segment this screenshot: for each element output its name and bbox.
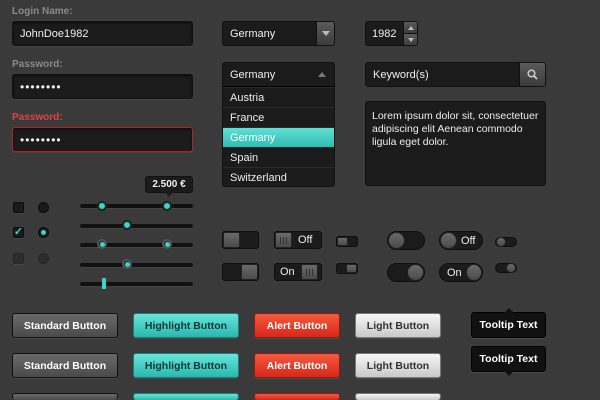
checkbox-disabled <box>13 253 24 264</box>
alert-button[interactable]: Alert Button <box>254 313 340 338</box>
toggle-on-label: On <box>280 266 295 278</box>
dropdown-option-switzerland[interactable]: Switzerland <box>223 167 334 186</box>
search-box[interactable]: Keyword(s) <box>365 62 546 87</box>
pill-toggle-plain-off[interactable] <box>387 231 425 250</box>
pill-toggle-on-label: On <box>447 266 462 279</box>
pill-toggle-on[interactable]: On <box>439 263 483 282</box>
alert-button-3[interactable] <box>254 393 340 400</box>
year-stepper[interactable]: 1982 <box>365 21 418 46</box>
radio-unchecked[interactable] <box>38 202 49 213</box>
toggle-plain-off[interactable] <box>222 231 259 249</box>
country-select-value: Germany <box>230 27 276 40</box>
slider-bar-handle[interactable] <box>102 278 106 289</box>
toggle-knob[interactable] <box>275 232 292 248</box>
toggle-small-on[interactable] <box>336 263 358 274</box>
pill-toggle-knob[interactable] <box>407 264 424 281</box>
tooltip-bottom: Tooltip Text <box>471 346 546 376</box>
radio-disabled <box>38 253 49 264</box>
chevron-down-icon[interactable] <box>316 22 334 45</box>
checkbox-unchecked[interactable] <box>13 202 24 213</box>
check-icon: ✓ <box>13 226 24 238</box>
pill-toggle-plain-on[interactable] <box>387 263 425 282</box>
password-input[interactable]: •••••••• <box>12 74 193 99</box>
pill-toggle-knob[interactable] <box>465 264 482 281</box>
highlight-button[interactable]: Highlight Button <box>133 313 239 338</box>
toggle-knob[interactable] <box>300 264 318 280</box>
pill-toggle-off[interactable]: Off <box>439 231 483 250</box>
login-name-input[interactable]: JohnDoe1982 <box>12 21 193 46</box>
light-button[interactable]: Light Button <box>355 313 441 338</box>
standard-button-2[interactable]: Standard Button <box>12 353 118 378</box>
light-button-3[interactable] <box>355 393 441 400</box>
password-label: Password: <box>12 59 63 70</box>
search-icon <box>527 69 538 80</box>
standard-button[interactable]: Standard Button <box>12 313 118 338</box>
toggle-off[interactable]: Off <box>274 231 322 249</box>
dropdown-option-austria[interactable]: Austria <box>223 87 334 107</box>
light-button-2[interactable]: Light Button <box>355 353 441 378</box>
dropdown-option-france[interactable]: France <box>223 107 334 127</box>
toggle-small-off[interactable] <box>336 236 358 247</box>
country-dropdown[interactable]: Germany Austria France Germany Spain Swi… <box>222 62 335 187</box>
toggle-knob[interactable] <box>241 264 258 280</box>
pill-toggle-knob[interactable] <box>496 237 506 247</box>
year-stepper-value: 1982 <box>372 27 397 40</box>
dropdown-option-spain[interactable]: Spain <box>223 147 334 167</box>
slider-bar-track[interactable] <box>80 282 193 286</box>
stepper-down-icon[interactable] <box>404 33 417 45</box>
dropdown-option-germany[interactable]: Germany <box>223 127 334 147</box>
toggle-knob[interactable] <box>337 237 348 246</box>
slider-knob[interactable] <box>122 220 132 230</box>
pill-toggle-small-off[interactable] <box>495 237 517 247</box>
pill-toggle-knob[interactable] <box>506 263 516 273</box>
toggle-off-label: Off <box>298 234 313 246</box>
radio-checked[interactable] <box>38 227 49 238</box>
slider-track[interactable] <box>80 224 193 228</box>
alert-button-2[interactable]: Alert Button <box>254 353 340 378</box>
tooltip-top: Tooltip Text <box>471 308 546 338</box>
password-error-label: Password: <box>12 112 63 123</box>
password-error-input[interactable]: •••••••• <box>12 127 193 152</box>
country-dropdown-header[interactable]: Germany <box>223 63 334 87</box>
toggle-knob[interactable] <box>223 232 240 248</box>
slider-dark-track[interactable] <box>80 263 193 267</box>
highlight-button-3[interactable] <box>133 393 239 400</box>
radio-dot-icon <box>41 230 46 235</box>
toggle-knob[interactable] <box>346 264 357 273</box>
standard-button-3[interactable] <box>12 393 118 400</box>
country-select[interactable]: Germany <box>222 21 335 46</box>
slider-value-tooltip: 2.500 € <box>145 176 193 197</box>
toggle-on[interactable]: On <box>274 263 322 281</box>
search-input[interactable]: Keyword(s) <box>373 69 429 81</box>
range-slider-knob-max[interactable] <box>162 201 172 211</box>
range-slider-knob-min[interactable] <box>97 201 107 211</box>
range-slider-dark-knob-max[interactable] <box>162 239 172 249</box>
pill-toggle-off-label: Off <box>461 234 476 247</box>
slider-dark-knob[interactable] <box>122 259 132 269</box>
country-dropdown-value: Germany <box>230 68 276 81</box>
pill-toggle-knob[interactable] <box>388 232 405 249</box>
pill-toggle-small-on[interactable] <box>495 263 517 273</box>
checkbox-checked[interactable]: ✓ <box>13 227 24 238</box>
toggle-plain-on[interactable] <box>222 263 259 281</box>
message-textarea[interactable]: Lorem ipsum dolor sit, consectetuer adip… <box>365 101 546 186</box>
pill-toggle-knob[interactable] <box>440 232 457 249</box>
stepper-up-icon[interactable] <box>404 22 417 33</box>
highlight-button-2[interactable]: Highlight Button <box>133 353 239 378</box>
range-slider-dark-knob-min[interactable] <box>97 239 107 249</box>
chevron-up-icon <box>318 72 326 77</box>
login-name-label: Login Name: <box>12 6 73 17</box>
search-button[interactable] <box>519 63 545 86</box>
